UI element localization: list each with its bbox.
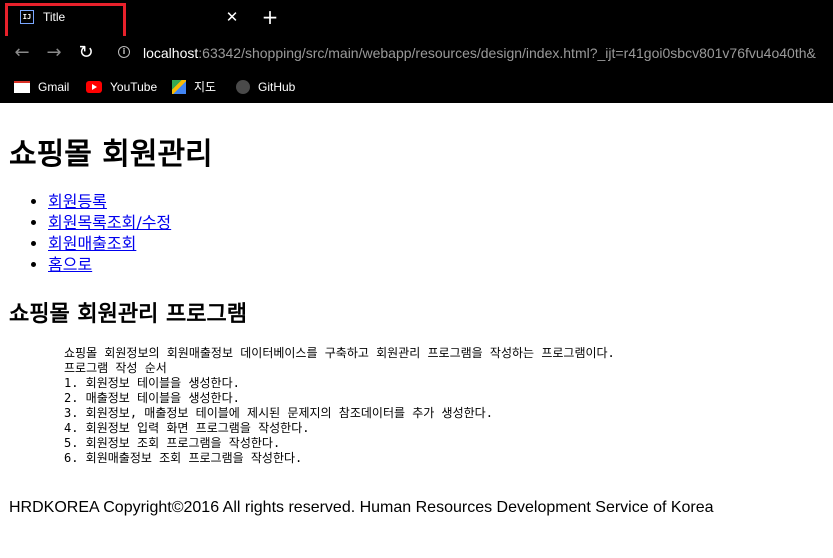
bookmark-gmail[interactable]: Gmail <box>14 77 69 97</box>
bookmark-github[interactable]: GitHub <box>236 77 295 97</box>
program-description: 쇼핑몰 회원정보의 회원매출정보 데이터베이스를 구축하고 회원관리 프로그램을… <box>64 346 615 466</box>
bookmark-label: YouTube <box>110 80 158 94</box>
active-tab[interactable]: IJ Title ✕ <box>0 0 248 36</box>
menu-item-register: 회원등록 <box>48 191 171 212</box>
tab-strip: IJ Title ✕ + <box>0 0 833 43</box>
bookmark-label: 지도 <box>194 80 217 94</box>
browser-toolbar: ← → ↻ i localhost:63342/shopping/src/mai… <box>0 36 833 70</box>
bookmark-label: Gmail <box>38 80 70 94</box>
main-menu: 회원등록 회원목록조회/수정 회원매출조회 홈으로 <box>0 191 171 275</box>
page-title: 쇼핑몰 회원관리 <box>9 137 213 172</box>
description-line: 쇼핑몰 회원정보의 회원매출정보 데이터베이스를 구축하고 회원관리 프로그램을… <box>64 346 615 360</box>
page-content: 쇼핑몰 회원관리 회원등록 회원목록조회/수정 회원매출조회 홈으로 쇼핑몰 회… <box>0 103 833 558</box>
url-text: localhost:63342/shopping/src/main/webapp… <box>143 45 816 61</box>
site-info-icon[interactable]: i <box>118 46 130 58</box>
menu-item-member-list: 회원목록조회/수정 <box>48 212 171 233</box>
description-line: 6. 회원매출정보 조회 프로그램을 작성한다. <box>64 451 303 465</box>
youtube-icon <box>86 80 102 93</box>
address-bar[interactable]: i localhost:63342/shopping/src/main/weba… <box>108 39 833 67</box>
intellij-favicon-icon: IJ <box>20 10 34 24</box>
close-tab-icon[interactable]: ✕ <box>222 7 242 27</box>
bookmarks-bar: Gmail YouTube 지도 GitHub <box>0 70 833 103</box>
menu-link-home[interactable]: 홈으로 <box>48 255 92 274</box>
menu-item-sales: 회원매출조회 <box>48 233 171 254</box>
menu-link-register[interactable]: 회원등록 <box>48 192 107 211</box>
description-line: 1. 회원정보 테이블을 생성한다. <box>64 376 240 390</box>
gmail-icon <box>14 80 30 93</box>
description-line: 프로그램 작성 순서 <box>64 361 167 375</box>
new-tab-icon[interactable]: + <box>259 7 281 29</box>
bookmark-maps[interactable]: 지도 <box>172 77 216 97</box>
url-host: localhost <box>143 45 199 61</box>
url-path: :63342/shopping/src/main/webapp/resource… <box>198 45 816 61</box>
menu-link-member-list[interactable]: 회원목록조회/수정 <box>48 213 171 232</box>
description-line: 2. 매출정보 테이블을 생성한다. <box>64 391 240 405</box>
maps-icon <box>172 79 186 94</box>
menu-item-home: 홈으로 <box>48 254 171 275</box>
forward-icon[interactable]: → <box>42 41 66 65</box>
menu-link-sales[interactable]: 회원매출조회 <box>48 234 136 253</box>
section-title: 쇼핑몰 회원관리 프로그램 <box>9 302 247 327</box>
tab-title: Title <box>43 10 66 24</box>
footer-copyright: HRDKOREA Copyright©2016 All rights reser… <box>9 499 714 516</box>
description-line: 4. 회원정보 입력 화면 프로그램을 작성한다. <box>64 421 310 435</box>
bookmark-youtube[interactable]: YouTube <box>86 77 157 97</box>
github-icon <box>236 79 250 94</box>
back-icon[interactable]: ← <box>10 41 34 65</box>
reload-icon[interactable]: ↻ <box>74 41 98 65</box>
bookmark-label: GitHub <box>258 80 296 94</box>
description-line: 5. 회원정보 조회 프로그램을 작성한다. <box>64 436 281 450</box>
description-line: 3. 회원정보, 매출정보 테이블에 제시된 문제지의 참조데이터를 추가 생성… <box>64 406 493 420</box>
